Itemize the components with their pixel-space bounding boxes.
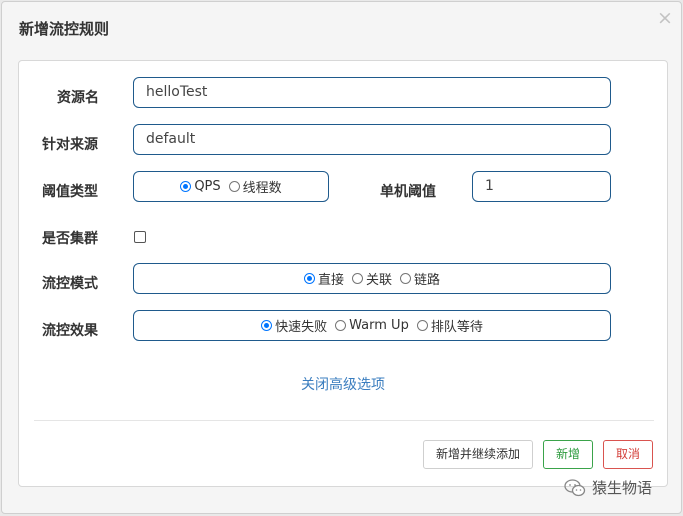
watermark-text: 猿生物语: [592, 479, 653, 497]
wechat-icon: [564, 478, 586, 497]
radio-label: QPS: [194, 179, 221, 194]
flow-effect-label: 流控效果: [42, 323, 98, 339]
single-threshold-label: 单机阈值: [380, 184, 436, 200]
flow-mode-group: 直接 关联 链路: [133, 263, 611, 294]
radio-label: 线程数: [242, 181, 282, 196]
threshold-type-thread[interactable]: 线程数: [228, 177, 282, 196]
radio-label: 快速失败: [275, 320, 328, 335]
flow-effect-group: 快速失败 Warm Up 排队等待: [133, 310, 611, 341]
flow-effect-warm-up[interactable]: Warm Up: [335, 318, 409, 333]
flow-mode-direct[interactable]: 直接: [303, 269, 344, 288]
cluster-label: 是否集群: [42, 231, 98, 247]
dialog-title: 新增流控规则: [19, 20, 110, 38]
single-threshold-input[interactable]: 1: [472, 171, 611, 202]
radio-label: 直接: [317, 273, 344, 288]
radio-label: 关联: [365, 273, 392, 288]
radio-unchecked-icon[interactable]: [351, 273, 363, 284]
radio-label: 排队等待: [430, 320, 483, 335]
limit-app-label: 针对来源: [42, 137, 98, 153]
radio-checked-icon[interactable]: [261, 320, 273, 331]
radio-label: Warm Up: [349, 318, 409, 333]
radio-unchecked-icon[interactable]: [400, 273, 411, 284]
add-button[interactable]: 新增: [543, 440, 593, 469]
limit-app-input[interactable]: default: [133, 124, 611, 155]
flow-mode-relate[interactable]: 关联: [351, 269, 392, 288]
add-continue-button[interactable]: 新增并继续添加: [423, 440, 533, 469]
flow-rule-dialog: 新增流控规则 × 资源名 helloTest 针对来源 default 阈值类型…: [1, 1, 682, 514]
toggle-advanced-link[interactable]: 关闭高级选项: [19, 374, 667, 394]
cancel-button[interactable]: 取消: [603, 440, 653, 469]
radio-unchecked-icon[interactable]: [335, 320, 347, 331]
radio-checked-icon[interactable]: [180, 181, 192, 192]
footer-divider: [34, 420, 654, 421]
threshold-type-qps[interactable]: QPS: [180, 179, 221, 194]
cluster-checkbox[interactable]: [134, 231, 146, 243]
watermark: 猿生物语: [564, 477, 652, 498]
resource-name-input[interactable]: helloTest: [133, 77, 611, 108]
flow-mode-label: 流控模式: [42, 276, 98, 292]
flow-effect-queue[interactable]: 排队等待: [416, 316, 483, 335]
radio-unchecked-icon[interactable]: [416, 320, 428, 331]
form-panel: 资源名 helloTest 针对来源 default 阈值类型 QPS 线程数 …: [18, 60, 668, 487]
threshold-type-label: 阈值类型: [42, 184, 98, 200]
threshold-type-group: QPS 线程数: [133, 171, 329, 202]
resource-name-label: 资源名: [57, 90, 99, 106]
flow-mode-chain[interactable]: 链路: [400, 269, 440, 288]
flow-effect-fast-fail[interactable]: 快速失败: [261, 316, 327, 335]
close-icon[interactable]: ×: [657, 8, 673, 28]
radio-checked-icon[interactable]: [303, 273, 315, 284]
radio-unchecked-icon[interactable]: [228, 181, 240, 192]
radio-label: 链路: [414, 273, 441, 288]
